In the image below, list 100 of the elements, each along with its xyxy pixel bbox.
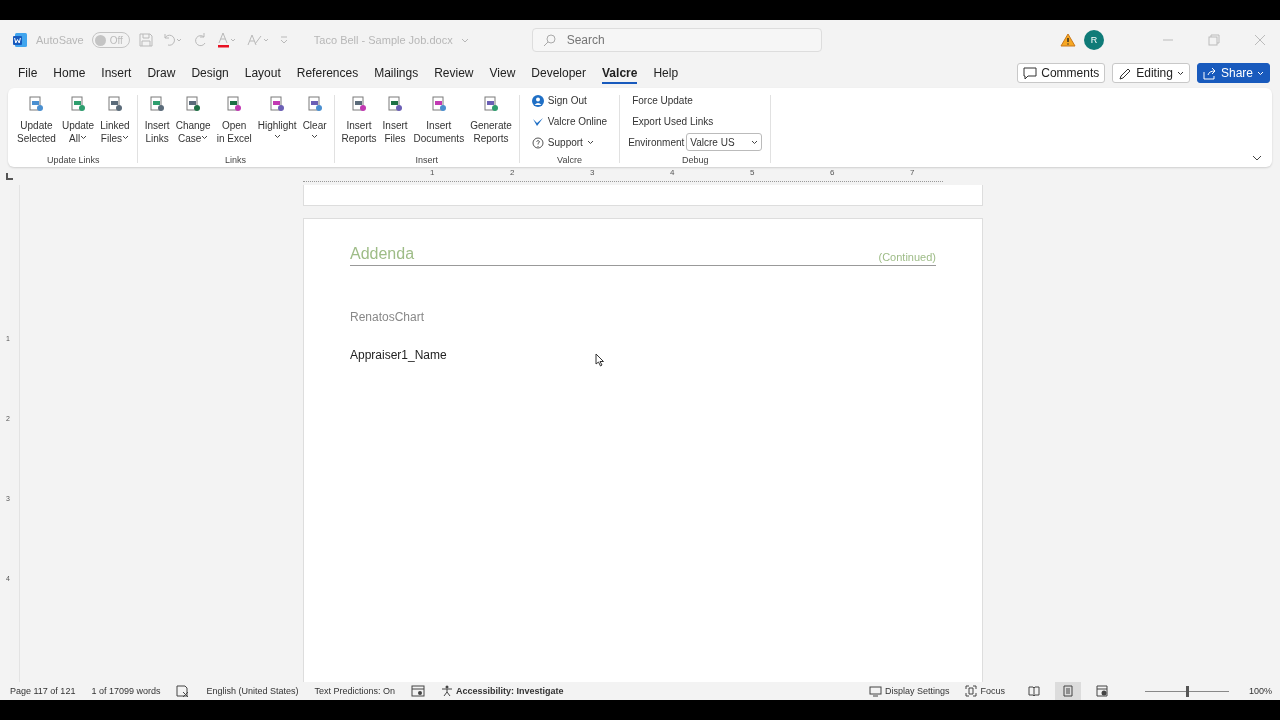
document-icon xyxy=(268,95,287,113)
page-icon xyxy=(1062,685,1073,697)
comments-button[interactable]: Comments xyxy=(1017,63,1106,83)
ribbon-button[interactable]: Update Selected xyxy=(14,91,59,155)
dropdown-value: Valcre US xyxy=(690,136,735,148)
group-label: Links xyxy=(225,155,247,167)
accessibility-icon xyxy=(441,685,454,697)
ribbon-button[interactable]: Highlight xyxy=(254,91,300,155)
tab-stop-icon[interactable] xyxy=(6,172,13,180)
avatar[interactable]: R xyxy=(1084,30,1104,50)
undo-icon[interactable] xyxy=(161,32,184,48)
section-heading: Addenda xyxy=(350,245,415,263)
document-icon xyxy=(386,95,405,113)
search-field[interactable]: Search xyxy=(531,28,822,52)
document-icon xyxy=(225,95,244,113)
ribbon-button[interactable]: Linked Files xyxy=(97,91,133,155)
ribbon-tab[interactable]: Developer xyxy=(523,61,595,85)
zoom-slider-thumb[interactable] xyxy=(1185,685,1189,697)
search-input[interactable]: Search xyxy=(564,32,769,48)
share-icon xyxy=(1202,66,1217,80)
ribbon-tab[interactable]: Help xyxy=(645,61,687,85)
ribbon-button[interactable]: Insert Documents xyxy=(410,91,468,155)
document-icon xyxy=(148,95,167,113)
help-icon xyxy=(531,136,544,149)
ribbon-button[interactable]: Force Update xyxy=(628,91,763,110)
document-icon xyxy=(429,95,448,113)
ruler-number: 7 xyxy=(910,167,915,177)
ribbon-button[interactable]: Clear xyxy=(299,91,330,155)
group-label: Valcre xyxy=(557,155,582,167)
group-label: Debug xyxy=(681,155,709,167)
ruler-number: 3 xyxy=(590,167,595,177)
search-icon xyxy=(542,33,557,47)
focus-button[interactable]: Focus xyxy=(965,685,1005,697)
accessibility-status[interactable]: Accessibility: Investigate xyxy=(441,685,564,697)
status-text[interactable]: 1 of 17099 words xyxy=(91,686,161,696)
zoom-level[interactable]: 100% xyxy=(1248,686,1272,696)
ribbon-button[interactable]: Valcre Online xyxy=(527,112,612,131)
ribbon-button[interactable]: Insert Links xyxy=(141,91,173,155)
ribbon-tab[interactable]: Home xyxy=(45,61,94,85)
ruler-number: 4 xyxy=(670,167,675,177)
ribbon-tab[interactable]: References xyxy=(288,61,367,85)
ribbon-tab[interactable]: Valcre xyxy=(594,61,646,85)
document-text: Appraiser1_Name xyxy=(350,348,447,362)
restore-icon[interactable] xyxy=(1208,34,1220,46)
document-text: RenatosChart xyxy=(350,310,425,324)
pen-icon[interactable] xyxy=(245,32,270,48)
autosave-label: AutoSave xyxy=(36,34,84,46)
close-icon[interactable] xyxy=(1254,34,1266,46)
ribbon-button[interactable]: Insert Reports xyxy=(338,91,380,155)
pencil-icon xyxy=(1118,66,1133,80)
caret-icon[interactable] xyxy=(460,37,469,43)
document-icon xyxy=(305,95,324,113)
environment-label: Environment xyxy=(628,136,685,148)
save-icon[interactable] xyxy=(137,32,154,48)
word-logo-icon[interactable] xyxy=(12,32,28,48)
book-icon xyxy=(1027,686,1040,696)
ribbon-tab[interactable]: Mailings xyxy=(366,61,427,85)
ruler-number: 5 xyxy=(750,167,755,177)
environment-dropdown[interactable]: Valcre US xyxy=(686,133,763,151)
ribbon-tab[interactable]: File xyxy=(10,61,46,85)
display-settings-button[interactable]: Display Settings xyxy=(868,685,950,697)
document-icon xyxy=(350,95,369,113)
ribbon-button[interactable]: Generate Reports xyxy=(467,91,515,155)
print-layout-button[interactable] xyxy=(1054,682,1081,700)
proofing-icon[interactable] xyxy=(176,685,191,697)
macro-icon[interactable] xyxy=(411,685,426,697)
ribbon-tab[interactable]: Layout xyxy=(236,61,289,85)
collapse-icon[interactable] xyxy=(1252,155,1262,161)
ribbon-button[interactable]: Insert Files xyxy=(379,91,411,155)
focus-icon xyxy=(965,685,978,697)
editing-button[interactable]: Editing xyxy=(1112,63,1190,83)
font-color-icon[interactable] xyxy=(215,32,238,48)
ribbon-tab[interactable]: Review xyxy=(426,61,482,85)
mouse-pointer-icon xyxy=(595,353,605,367)
status-text[interactable]: Page 117 of 121 xyxy=(10,686,76,696)
ribbon-tab[interactable]: Insert xyxy=(93,61,140,85)
status-text[interactable]: English (United States) xyxy=(206,686,299,696)
caret-icon xyxy=(1176,70,1184,76)
document-icon xyxy=(69,95,88,113)
share-button[interactable]: Share xyxy=(1196,63,1270,83)
check-icon xyxy=(531,115,544,128)
caret-icon xyxy=(751,139,759,145)
ribbon-button[interactable]: Support xyxy=(527,133,612,152)
status-text[interactable]: Text Predictions: On xyxy=(314,686,396,696)
ribbon-button[interactable]: Export Used Links xyxy=(628,112,763,131)
ruler-number: 6 xyxy=(830,167,835,177)
ribbon-button[interactable]: Sign Out xyxy=(527,91,612,110)
comment-icon xyxy=(1023,66,1038,80)
warning-icon[interactable] xyxy=(1060,33,1076,47)
ribbon-tab[interactable]: View xyxy=(481,61,524,85)
ruler-number: 2 xyxy=(510,167,515,177)
ribbon-button[interactable]: Update All xyxy=(58,91,98,155)
document-icon xyxy=(105,95,124,113)
ribbon-button[interactable]: Change Case xyxy=(172,91,214,155)
document-icon xyxy=(482,95,500,113)
ribbon-tab[interactable]: Draw xyxy=(139,61,184,85)
caret-icon xyxy=(1257,70,1264,76)
ribbon-button[interactable]: Open in Excel xyxy=(213,91,255,155)
document-icon xyxy=(184,95,203,113)
ribbon-tab[interactable]: Design xyxy=(183,61,237,85)
